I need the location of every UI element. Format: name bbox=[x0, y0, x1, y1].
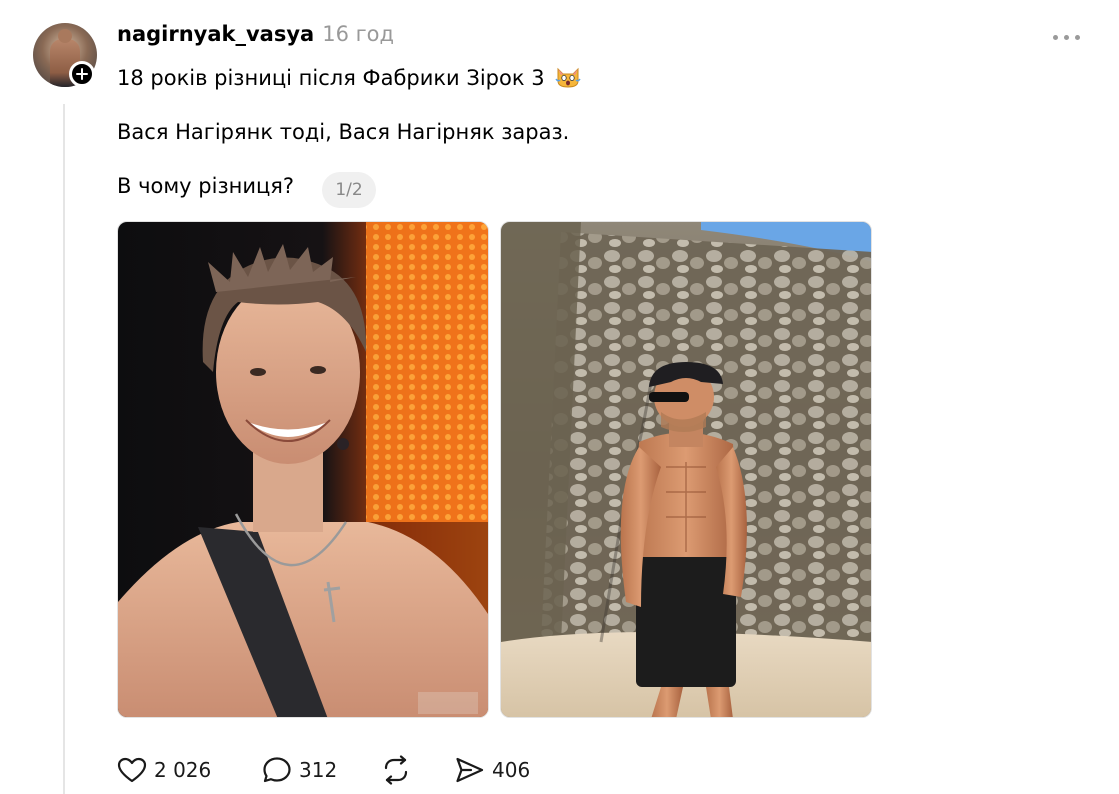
post-actions: 2 026 312 406 bbox=[117, 752, 545, 788]
comment-button[interactable]: 312 bbox=[262, 756, 380, 784]
post-text-line-3: В чому різниця? bbox=[117, 174, 295, 198]
avatar-head bbox=[58, 29, 72, 43]
username-link[interactable]: nagirnyak_vasya bbox=[117, 22, 314, 46]
share-button[interactable]: 406 bbox=[455, 756, 545, 784]
thread-line bbox=[63, 104, 65, 794]
scream-cat-emoji-icon bbox=[555, 67, 581, 88]
post-text-1: 18 років різниці після Фабрики Зірок 3 bbox=[117, 66, 545, 90]
comment-icon bbox=[263, 757, 291, 783]
post-image-now[interactable] bbox=[500, 221, 872, 718]
author-avatar-container[interactable] bbox=[33, 23, 97, 87]
more-dot-icon bbox=[1074, 34, 1080, 40]
post-header: nagirnyak_vasya 16 год bbox=[117, 22, 394, 52]
more-dot-icon bbox=[1063, 34, 1069, 40]
post-text-line-1: 18 років різниці після Фабрики Зірок 3 bbox=[117, 66, 581, 90]
image-page-indicator: 1/2 bbox=[322, 172, 376, 208]
post-timestamp: 16 год bbox=[322, 22, 395, 46]
send-icon bbox=[456, 757, 484, 783]
more-options-button[interactable] bbox=[1046, 26, 1086, 48]
heart-icon bbox=[117, 757, 147, 783]
repost-button[interactable] bbox=[380, 755, 455, 785]
follow-button[interactable] bbox=[69, 61, 95, 87]
plus-icon bbox=[76, 68, 88, 80]
like-button[interactable]: 2 026 bbox=[117, 757, 262, 783]
comment-count: 312 bbox=[299, 758, 338, 782]
post-text-line-2: Вася Нагірянк тоді, Вася Нагірняк зараз. bbox=[117, 120, 570, 144]
more-dot-icon bbox=[1052, 34, 1058, 40]
post-image-then[interactable] bbox=[117, 221, 489, 718]
like-count: 2 026 bbox=[154, 758, 212, 782]
repost-icon bbox=[384, 755, 408, 785]
share-count: 406 bbox=[492, 758, 531, 782]
